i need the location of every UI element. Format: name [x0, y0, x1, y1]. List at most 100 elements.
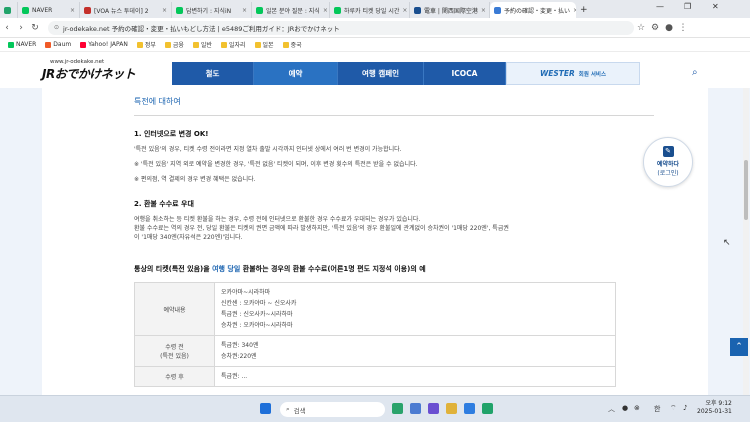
- browser-tab[interactable]: 일본 분야 질문 : 지식 ×: [252, 2, 330, 18]
- site-logo[interactable]: www.jr-odekake.net JRおでかけネット: [42, 59, 152, 82]
- wifi-icon[interactable]: ⌔: [670, 404, 677, 413]
- profile-icon[interactable]: ●: [662, 23, 676, 33]
- reserve-label: 예약하다: [656, 161, 680, 168]
- bookmark-item[interactable]: 금융: [164, 40, 184, 49]
- bookmark-star-icon[interactable]: ☆: [634, 23, 648, 33]
- tab-close-icon[interactable]: ×: [399, 7, 407, 14]
- search-icon[interactable]: ⌕: [692, 67, 698, 78]
- tab-close-icon[interactable]: ×: [67, 7, 75, 14]
- bookmark-label: 중국: [290, 42, 302, 49]
- browser-tab[interactable]: 予約の確認・変更・払い ×: [490, 2, 576, 18]
- nav-item[interactable]: 철도: [172, 62, 254, 85]
- nav-item[interactable]: ICOCA: [424, 62, 506, 85]
- browser-tab[interactable]: 답변하기 : 지식iN ×: [172, 2, 252, 18]
- global-nav: 철도 예약 여행 캠페인 ICOCA WESTER 회원 서비스: [172, 62, 640, 85]
- search-icon: ⌕: [286, 405, 290, 413]
- maximize-button[interactable]: ❐: [684, 2, 691, 11]
- app-icon-1[interactable]: [392, 403, 403, 414]
- nav-item-wester[interactable]: WESTER 회원 서비스: [506, 62, 640, 85]
- table-value-line: 오카야마~시라하마: [221, 289, 271, 296]
- bookmark-item[interactable]: 중국: [282, 40, 302, 49]
- bookmark-label: Yahoo! JAPAN: [88, 41, 128, 48]
- bookmark-label: 일자리: [228, 42, 246, 49]
- clock[interactable]: 오후 9:12 2025-01-31: [697, 400, 732, 416]
- refund-text-2: 환불 수수료는 역의 경우 전, 당일 환불은 티켓의 권면 금액에 따라 발생…: [134, 225, 509, 232]
- new-tab-button[interactable]: +: [576, 2, 592, 18]
- tab-close-icon[interactable]: ×: [239, 7, 247, 14]
- change-text-1: '특전 있음'의 경우, 티켓 수령 전이라면 지정 열차 출발 시각까지 인터…: [134, 146, 402, 153]
- table-value-line: 특급권: 340엔: [221, 342, 259, 349]
- tab-close-icon[interactable]: ×: [478, 7, 486, 14]
- page-margin-left: [0, 88, 42, 395]
- browser-icon[interactable]: [482, 403, 493, 414]
- bookmark-item[interactable]: 정부: [136, 40, 156, 49]
- reserve-button[interactable]: ✎ 예약하다 (로그인): [643, 137, 693, 187]
- table-row-label: 수령 후: [134, 366, 215, 387]
- browser-tab[interactable]: 하루카 티켓 당일 시간 ×: [330, 2, 410, 18]
- clock-time: 오후 9:12: [705, 400, 732, 407]
- app-icon-5[interactable]: [464, 403, 475, 414]
- site-info-icon[interactable]: ⊙: [54, 24, 59, 31]
- bookmark-icon: [136, 41, 143, 48]
- menu-icon[interactable]: ⋮: [676, 23, 690, 33]
- nav-item[interactable]: 예약: [254, 62, 338, 85]
- address-bar: ‹ › ↻ ⊙ jr-odekake.net 予約の確認・変更・払いもどし方法 …: [0, 18, 750, 38]
- nav-item[interactable]: 여행 캠페인: [338, 62, 424, 85]
- bookmark-item[interactable]: Daum: [45, 41, 71, 48]
- minimize-button[interactable]: —: [656, 2, 664, 11]
- pencil-icon: ✎: [662, 146, 674, 157]
- forward-button[interactable]: ›: [14, 23, 28, 33]
- bookmark-icon: [8, 41, 14, 48]
- tab-close-icon[interactable]: ×: [159, 7, 167, 14]
- app-icon-2[interactable]: [410, 403, 421, 414]
- back-to-top-button[interactable]: ⌃: [730, 338, 748, 356]
- table-value-line: 승차권 : 오카야마~시라하마: [221, 322, 293, 329]
- bookmark-icon: [254, 41, 261, 48]
- ime-indicator[interactable]: 한: [654, 404, 660, 414]
- bookmark-label: 금융: [172, 42, 184, 49]
- table-value-line: 승차권:220엔: [221, 353, 257, 360]
- tab-title: [VOA 뉴스 투데이] 2: [94, 7, 149, 15]
- example-heading-link[interactable]: 여행 당일: [212, 265, 240, 273]
- close-window-button[interactable]: ✕: [712, 2, 719, 11]
- browser-tab[interactable]: 電車 | 関西国際空港 ×: [410, 2, 490, 18]
- bookmark-item[interactable]: 일본: [254, 40, 274, 49]
- tab-favicon-icon: [256, 6, 263, 14]
- example-heading: 통상의 티켓(특전 있음)을 여행 당일 환불하는 경우의 환불 수수료(어른1…: [134, 264, 426, 274]
- browser-tab[interactable]: [0, 2, 18, 18]
- clock-date: 2025-01-31: [697, 408, 732, 415]
- refund-text-1: 여행을 취소하는 등 티켓 환불을 하는 경우, 수령 전에 인터넷으로 환불한…: [134, 216, 421, 223]
- bookmark-label: 정부: [144, 42, 156, 49]
- browser-tab[interactable]: [VOA 뉴스 투데이] 2 ×: [80, 2, 172, 18]
- bookmark-item[interactable]: Yahoo! JAPAN: [80, 41, 128, 48]
- refund-table: 예약내용 오카야마~시라하마 신칸센 : 오카야마 ~ 신오사카 특급권 : 신오사카…: [134, 282, 616, 387]
- scrollbar-thumb[interactable]: [744, 160, 748, 220]
- example-heading-pre: 통상의 티켓(특전 있음)을: [134, 265, 213, 273]
- start-icon[interactable]: [260, 403, 271, 414]
- heading-refund: 2. 환불 수수료 우대: [134, 200, 194, 208]
- tray-icon-2[interactable]: ⊗: [634, 404, 640, 412]
- browser-tab[interactable]: NAVER ×: [18, 2, 80, 18]
- tab-favicon-icon: [334, 6, 341, 14]
- tray-chevron-icon[interactable]: ︿: [608, 404, 615, 414]
- back-button[interactable]: ‹: [0, 23, 14, 33]
- volume-icon[interactable]: ♪: [683, 404, 687, 412]
- taskbar-search[interactable]: ⌕ 검색: [280, 402, 385, 417]
- reload-icon[interactable]: ↻: [28, 23, 42, 33]
- bookmark-item[interactable]: 일자리: [220, 40, 246, 49]
- url-field[interactable]: ⊙ jr-odekake.net 予約の確認・変更・払いもどし方法 | e548…: [48, 20, 634, 35]
- wester-sublabel: 회원 서비스: [578, 71, 607, 78]
- bookmark-item[interactable]: 일반: [192, 40, 212, 49]
- extensions-icon[interactable]: ⚙: [648, 23, 662, 33]
- tab-favicon-icon: [176, 6, 183, 14]
- change-text-3: ※ 편의점, 역 결제의 경우 변경 혜택은 없습니다.: [134, 176, 256, 183]
- bookmark-item[interactable]: NAVER: [8, 41, 36, 48]
- tray-icon-1[interactable]: ●: [622, 404, 628, 412]
- app-icon-3[interactable]: [428, 403, 439, 414]
- tab-close-icon[interactable]: ×: [320, 7, 328, 14]
- taskbar: ⌕ 검색 ︿ ● ⊗ 한 ⌔ ♪ 오후 9:12 2025-01-31: [0, 395, 750, 422]
- bookmark-label: 일본: [262, 42, 274, 49]
- file-explorer-icon[interactable]: [446, 403, 457, 414]
- table-value-line: 특급권: ...: [221, 373, 248, 380]
- section-divider: [134, 115, 654, 116]
